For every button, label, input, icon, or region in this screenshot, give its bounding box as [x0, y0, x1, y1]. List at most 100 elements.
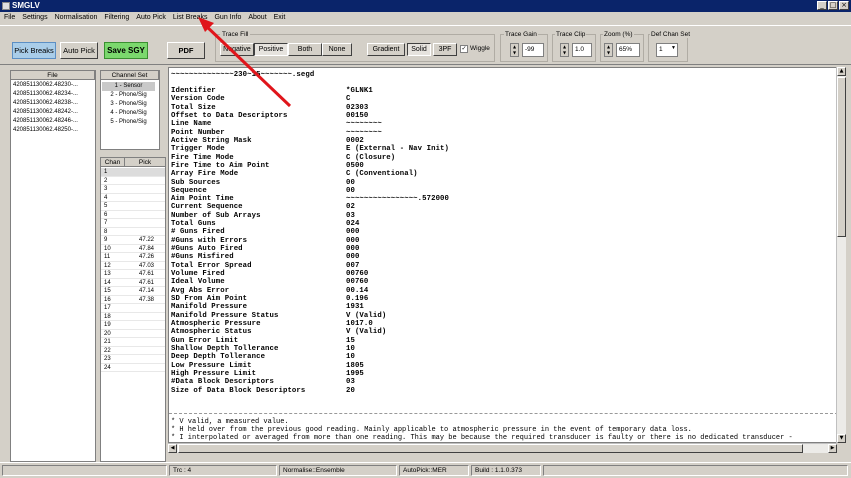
scroll-left-icon[interactable]: ◀: [168, 444, 177, 453]
trace-gain-spinner[interactable]: ▲ ▼: [510, 43, 519, 57]
pick-table-row[interactable]: 19: [101, 321, 165, 330]
chan-cell: 2: [104, 177, 108, 184]
pick-table-row[interactable]: 17: [101, 304, 165, 313]
pdf-button[interactable]: PDF: [167, 42, 205, 59]
pick-table-row[interactable]: 2: [101, 177, 165, 185]
chan-cell: 19: [104, 322, 111, 328]
channel-set-item[interactable]: 2 - Phone/Sig: [102, 91, 155, 100]
minimize-icon[interactable]: _: [817, 1, 827, 10]
chan-cell: 14: [104, 279, 111, 286]
field-key: Atmospheric Status: [171, 328, 252, 337]
pick-table-row[interactable]: 18: [101, 313, 165, 321]
vertical-scrollbar[interactable]: ▲ ▼: [836, 67, 846, 443]
menu-normalisation[interactable]: Normalisation: [51, 12, 101, 24]
field-value: C: [346, 95, 351, 104]
field-value: 00: [346, 186, 355, 195]
auto-pick-button[interactable]: Auto Pick: [60, 42, 98, 59]
fill-none-button[interactable]: None: [322, 43, 352, 56]
pick-table-row[interactable]: 23: [101, 355, 165, 364]
field-key: Trigger Mode: [171, 145, 225, 154]
note-line: * H held over from the previous good rea…: [171, 426, 692, 434]
pick-table-row[interactable]: 16 47.38: [101, 296, 165, 304]
field-value: 10: [346, 353, 355, 362]
def-chan-select[interactable]: 1 ▼: [656, 43, 678, 57]
file-list-item[interactable]: 420851130062.48234-...: [13, 90, 95, 99]
fill-negative-button[interactable]: Negative: [220, 43, 254, 56]
pick-table-row[interactable]: 3: [101, 185, 165, 194]
menu-auto-pick[interactable]: Auto Pick: [132, 12, 169, 24]
pick-table-row[interactable]: 15 47.14: [101, 287, 165, 296]
chan-cell: 16: [104, 296, 111, 303]
field-value: V (Valid): [346, 328, 387, 337]
hscroll-thumb[interactable]: [178, 444, 803, 453]
gun-info-view[interactable]: ~~~~~~~~~~~~~~230~15~~~~~~~.segd Identif…: [168, 67, 837, 443]
pick-table-row[interactable]: 7: [101, 219, 165, 228]
pick-table-row[interactable]: 11 47.26: [101, 253, 165, 262]
pick-breaks-button[interactable]: Pick Breaks: [12, 42, 56, 59]
zoom-field[interactable]: 65%: [616, 43, 640, 57]
pick-table-row[interactable]: 10 47.84: [101, 245, 165, 253]
pick-table-row[interactable]: 21: [101, 338, 165, 347]
pick-table-row[interactable]: 24: [101, 364, 165, 372]
pick-table-row[interactable]: 1: [101, 168, 165, 177]
3pf-button[interactable]: 3PF: [433, 43, 457, 56]
field-value: 0002: [346, 136, 364, 145]
file-list-item[interactable]: 420851130062.48238-...: [13, 99, 95, 108]
fill-both-button[interactable]: Both: [288, 43, 322, 56]
file-column-header: File: [11, 71, 95, 80]
pick-table-row[interactable]: 22: [101, 347, 165, 355]
pick-table-row[interactable]: 14 47.61: [101, 279, 165, 287]
field-key: Shallow Depth Tollerance: [171, 344, 279, 353]
scroll-down-icon[interactable]: ▼: [837, 434, 846, 443]
menu-gun-info[interactable]: Gun Info: [210, 12, 244, 24]
fill-positive-button[interactable]: Positive: [254, 43, 288, 56]
channel-set-item[interactable]: 5 - Phone/Sig: [102, 118, 155, 127]
menu-settings[interactable]: Settings: [18, 12, 50, 24]
field-key: #Guns with Errors: [171, 236, 248, 245]
trace-gain-field[interactable]: -99: [522, 43, 544, 57]
pick-table-row[interactable]: 5: [101, 202, 165, 211]
menu-about[interactable]: About: [244, 12, 269, 24]
menu-filtering[interactable]: Filtering: [100, 12, 132, 24]
menu-list-breaks[interactable]: List Breaks: [169, 12, 211, 24]
file-list-item[interactable]: 420851130062.48246-...: [13, 117, 95, 126]
pick-table-row[interactable]: 20: [101, 330, 165, 338]
status-cell-spare: [543, 465, 848, 476]
gradient-button[interactable]: Gradient: [367, 43, 405, 56]
file-list-item[interactable]: 420851130062.48242-...: [13, 108, 95, 117]
field-value: 02: [346, 203, 355, 212]
wiggle-checkbox[interactable]: ✓: [460, 45, 468, 53]
field-key: Avg Abs Error: [171, 286, 230, 295]
menu-file[interactable]: File: [0, 12, 18, 24]
channel-set-item[interactable]: 4 - Phone/Sig: [102, 109, 155, 118]
close-icon[interactable]: ×: [839, 1, 849, 10]
trace-clip-field[interactable]: 1.0: [572, 43, 592, 57]
trace-gain-label: Trace Gain: [504, 31, 538, 38]
file-list-item[interactable]: 420851130062.48230-...: [13, 81, 95, 90]
scroll-up-icon[interactable]: ▲: [837, 67, 846, 76]
field-value: 03: [346, 211, 355, 220]
maximize-icon[interactable]: □: [828, 1, 838, 10]
solid-button[interactable]: Solid: [407, 43, 431, 56]
pick-cell: 47.22: [139, 237, 155, 243]
zoom-spinner[interactable]: ▲ ▼: [604, 43, 613, 57]
pick-table-row[interactable]: 8: [101, 228, 165, 236]
pick-cell: 47.14: [139, 288, 155, 294]
save-sgy-button[interactable]: Save SGY: [104, 42, 148, 59]
channel-set-item[interactable]: 1 - Sensor: [102, 82, 155, 91]
pick-table-row[interactable]: 9 47.22: [101, 236, 165, 245]
horizontal-scrollbar[interactable]: ◀ ▶: [168, 443, 837, 453]
pick-table-row[interactable]: 6: [101, 211, 165, 219]
scroll-thumb[interactable]: [837, 77, 846, 237]
channel-set-item[interactable]: 3 - Phone/Sig: [102, 100, 155, 109]
trace-clip-spinner[interactable]: ▲ ▼: [560, 43, 569, 57]
field-key: Fire Time to Aim Point: [171, 161, 270, 170]
menu-exit[interactable]: Exit: [270, 12, 289, 24]
pick-table-row[interactable]: 12 47.03: [101, 262, 165, 270]
file-list-item[interactable]: 420851130062.48250-...: [13, 126, 95, 135]
field-key: Number of Sub Arrays: [171, 211, 261, 220]
status-cell-empty: [2, 465, 167, 476]
scroll-right-icon[interactable]: ▶: [828, 444, 837, 453]
pick-table-row[interactable]: 13 47.61: [101, 270, 165, 279]
pick-table-row[interactable]: 4: [101, 194, 165, 202]
